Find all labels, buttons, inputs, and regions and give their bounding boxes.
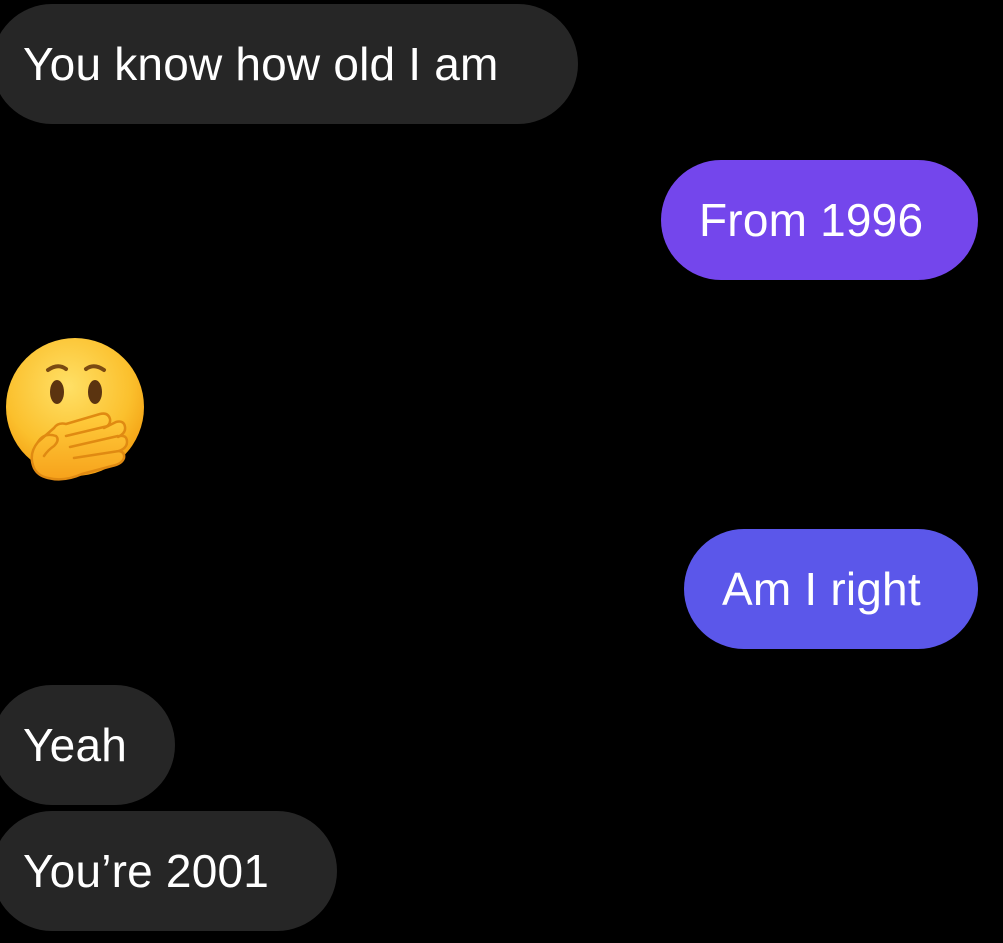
received-message-bubble[interactable]: Yeah [0, 685, 175, 805]
message-text: Am I right [722, 563, 921, 615]
received-message-bubble[interactable]: You know how old I am [0, 4, 578, 124]
face-with-hand-over-mouth-icon[interactable] [4, 336, 146, 484]
message-text: You’re 2001 [23, 845, 270, 897]
message-text: From 1996 [699, 194, 924, 246]
chat-thread: You know how old I am From 1996 Am I rig… [0, 0, 1003, 943]
sent-message-bubble[interactable]: Am I right [684, 529, 978, 649]
sent-message-bubble[interactable]: From 1996 [661, 160, 978, 280]
message-text: You know how old I am [23, 38, 499, 90]
message-text: Yeah [23, 719, 128, 771]
received-message-bubble[interactable]: You’re 2001 [0, 811, 337, 931]
